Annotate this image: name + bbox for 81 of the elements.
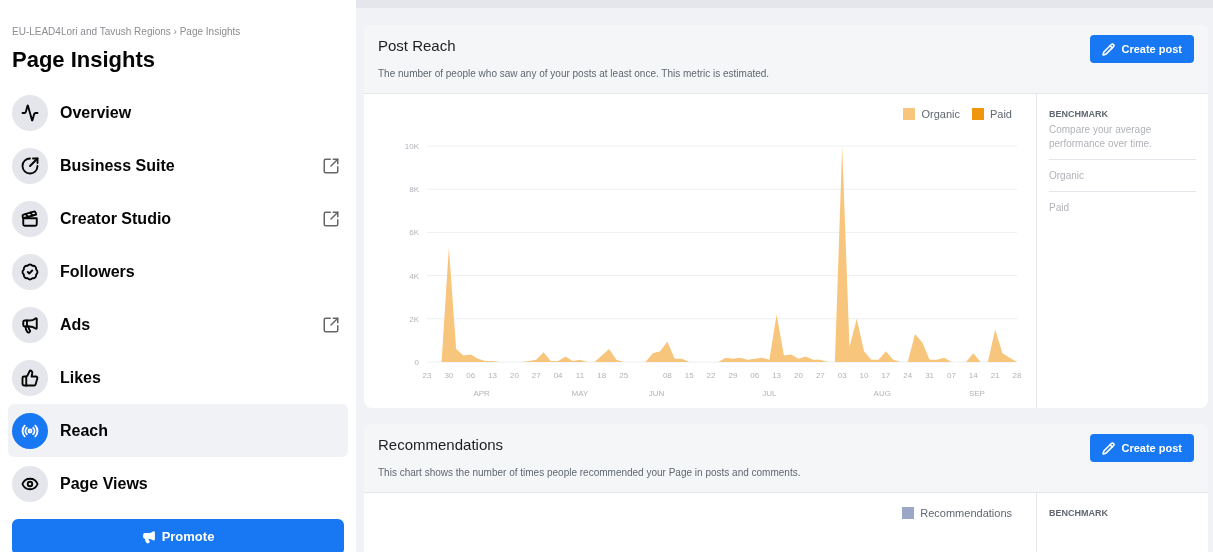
sidebar-label: Creator Studio	[60, 208, 173, 229]
axis-tick-label: 31	[925, 371, 935, 380]
axis-tick-label: 29	[728, 371, 738, 380]
axis-tick-label: 13	[772, 371, 782, 380]
sidebar-item[interactable]: Creator Studio	[8, 192, 348, 245]
axis-tick-label: 11	[575, 371, 585, 380]
megaphone-icon	[141, 530, 156, 544]
legend-label: Organic	[921, 106, 960, 122]
axis-tick-label: 08	[662, 371, 672, 380]
pencil-icon	[1102, 42, 1116, 56]
month-label: MAY	[571, 389, 589, 398]
axis-tick-label: 15	[684, 371, 694, 380]
axis-tick-label: 10	[859, 371, 869, 380]
legend-label: Paid	[989, 106, 1012, 122]
axis-tick-label: 23	[422, 371, 432, 380]
axis-tick-label: 22	[706, 371, 716, 380]
card-description: The number of people who saw any of your posts at least once. This metric is estimated.	[378, 66, 770, 81]
month-label: JUL	[762, 389, 777, 398]
axis-tick-label: 20	[794, 371, 803, 380]
breadcrumb: EU-LEAD4Lori and Tavush Regions › Page Insights	[11, 25, 242, 39]
page-title: Page Insights	[11, 46, 157, 74]
axis-tick-label: 20	[509, 371, 519, 380]
legend-label: Recommendations	[920, 505, 1012, 521]
sidebar-item[interactable]: Reach	[8, 404, 348, 457]
axis-tick-label: 18	[597, 371, 607, 380]
megaphone-icon	[12, 306, 48, 343]
benchmark-heading: BENCHMARK	[1049, 107, 1109, 121]
month-label: APR	[473, 389, 490, 398]
sidebar-item[interactable]: Business Suite	[8, 139, 348, 192]
sidebar-label: Overview	[60, 102, 133, 123]
create-post-button[interactable]: Create post	[1090, 434, 1194, 462]
promote-button[interactable]: Promote	[12, 519, 344, 552]
axis-tick-label: 17	[881, 371, 891, 380]
benchmark-row: Organic	[1049, 160, 1196, 192]
axis-tick-label: 8K	[409, 185, 419, 195]
clapperboard-icon	[12, 200, 48, 237]
activity-icon	[12, 94, 48, 131]
month-label: AUG	[873, 389, 891, 398]
sidebar-label: Ads	[60, 314, 92, 335]
card-title: Recommendations	[378, 435, 505, 455]
axis-tick-label: 30	[444, 371, 454, 380]
axis-tick-label: 06	[466, 371, 476, 380]
badge-check-icon	[12, 253, 48, 290]
sidebar-item[interactable]: Overview	[8, 86, 348, 139]
axis-tick-label: 07	[947, 371, 956, 380]
sidebar-label: Reach	[60, 420, 110, 441]
axis-tick-label: 27	[531, 371, 541, 380]
axis-tick-label: 14	[968, 371, 978, 380]
axis-tick-label: 10K	[404, 142, 419, 151]
benchmark-heading: BENCHMARK	[1049, 506, 1109, 520]
axis-tick-label: 03	[837, 371, 847, 380]
axis-tick-label: 24	[903, 371, 913, 380]
benchmark-text: Compare your average performance over time.	[1049, 123, 1196, 160]
sidebar-label: Followers	[60, 261, 136, 282]
benchmark-row-text: Paid	[1049, 201, 1070, 215]
eye-icon	[12, 465, 48, 502]
thumbs-up-icon	[12, 359, 48, 396]
sidebar-item[interactable]: Page Views	[8, 457, 348, 510]
sidebar-item[interactable]: Likes	[8, 351, 348, 404]
axis-tick-label: 6K	[409, 228, 419, 238]
axis-tick-label: 04	[553, 371, 563, 380]
sidebar-label: Likes	[60, 367, 102, 388]
axis-tick-label: 28	[1012, 371, 1022, 380]
axis-tick-label: 06	[750, 371, 760, 380]
card-description: This chart shows the number of times people recommended your Page in posts and comments.	[378, 465, 801, 480]
create-post-button[interactable]: Create post	[1090, 35, 1194, 63]
pencil-icon	[1102, 441, 1116, 455]
axis-tick-label: 2K	[409, 314, 419, 324]
axis-tick-label: 13	[488, 371, 497, 380]
axis-tick-label: 25	[619, 371, 629, 380]
card-title: Post Reach	[378, 36, 457, 56]
broadcast-icon	[12, 412, 48, 449]
month-label: JUN	[648, 389, 665, 398]
axis-tick-label: 21	[990, 371, 1000, 380]
sidebar-item[interactable]: Ads	[8, 298, 348, 351]
sidebar-item[interactable]: Followers	[8, 245, 348, 298]
axis-tick-label: 27	[815, 371, 825, 380]
sidebar-label: Business Suite	[60, 155, 176, 176]
axis-tick-label: 4K	[409, 271, 419, 281]
month-label: SEP	[968, 389, 985, 398]
sidebar-label: Page Views	[60, 473, 149, 494]
